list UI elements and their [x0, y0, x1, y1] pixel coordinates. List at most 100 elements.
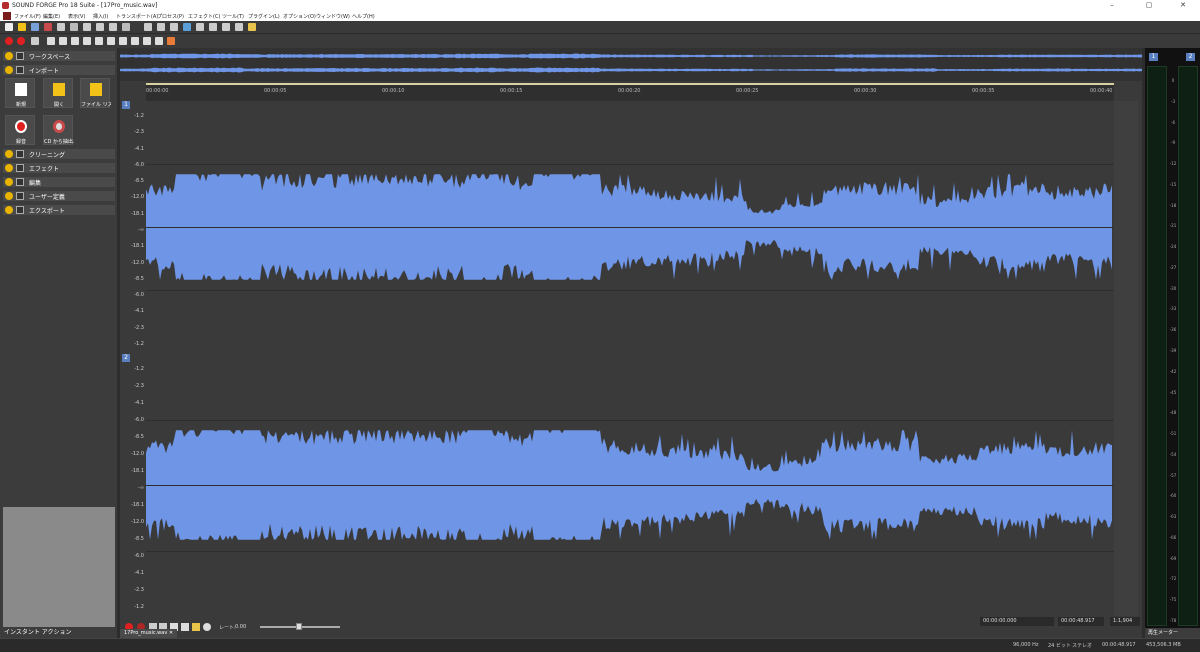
document-icon [3, 12, 11, 20]
meter-scale-label: -42 [1169, 368, 1177, 374]
menu-insert[interactable]: 挿入(I) [93, 13, 108, 20]
instant-actions-tab[interactable]: インスタント アクション [0, 628, 117, 638]
next-marker-icon[interactable] [155, 37, 163, 45]
save-icon[interactable] [31, 23, 39, 31]
close-icon[interactable]: ✕ [169, 630, 173, 636]
loop-playback-icon[interactable] [203, 623, 211, 631]
play-icon[interactable] [181, 623, 189, 631]
cut-icon[interactable] [70, 23, 78, 31]
menu-process[interactable]: プロセス(P) [157, 13, 184, 20]
section-export[interactable]: エクスポート [3, 205, 115, 215]
paste-icon[interactable] [96, 23, 104, 31]
waveform-area[interactable] [146, 101, 1114, 353]
new-tile[interactable]: 新規 [5, 78, 35, 108]
sync-icon[interactable] [167, 37, 175, 45]
close-button[interactable]: ✕ [1168, 1, 1198, 10]
section-effects-label: エフェクト [29, 166, 60, 173]
checkbox-icon[interactable] [16, 206, 24, 214]
checkbox-icon[interactable] [16, 52, 24, 60]
checkbox-icon[interactable] [16, 66, 24, 74]
left-panel-empty-area [3, 507, 115, 627]
zoom-ratio[interactable]: 1:1,904 [1110, 617, 1140, 626]
undo-icon[interactable] [144, 23, 152, 31]
mix-icon[interactable] [109, 23, 117, 31]
go-to-end-icon[interactable] [131, 37, 139, 45]
properties-icon[interactable] [57, 23, 65, 31]
collapse-icon [5, 66, 13, 74]
section-user-defined[interactable]: ユーザー定義 [3, 191, 115, 201]
repeat-icon[interactable] [170, 23, 178, 31]
open-folder-icon[interactable] [18, 23, 26, 31]
record-icon[interactable] [5, 37, 13, 45]
channel-number[interactable]: 1 [122, 101, 130, 109]
open-tile[interactable]: 開く [43, 78, 73, 108]
file-list-tile[interactable]: ファイル リスト... [80, 78, 111, 108]
event-tool-icon[interactable] [235, 23, 243, 31]
snap-icon[interactable] [248, 23, 256, 31]
scrub-icon[interactable] [192, 623, 200, 631]
waveform-area[interactable] [146, 354, 1114, 616]
previous-marker-icon[interactable] [143, 37, 151, 45]
menu-edit[interactable]: 編集(E) [43, 13, 60, 20]
section-workspace[interactable]: ワークスペース [3, 51, 115, 61]
menu-window[interactable]: ウィンドウ(W) [316, 13, 350, 20]
play-all-icon[interactable] [47, 37, 55, 45]
menu-plugins[interactable]: プラグイン(L) [248, 13, 280, 20]
vertical-zoom-panel[interactable] [1114, 101, 1138, 618]
section-import[interactable]: インポート [3, 65, 115, 75]
checkbox-icon[interactable] [16, 164, 24, 172]
magnify-tool-icon[interactable] [196, 23, 204, 31]
edit-tool-icon[interactable] [183, 23, 191, 31]
trim-icon[interactable] [122, 23, 130, 31]
selection-end-time[interactable]: 00:00:48.917 [1058, 617, 1104, 626]
checkbox-icon[interactable] [16, 178, 24, 186]
window-title: SOUND FORGE Pro 18 Suite - [17Pro_music.… [12, 2, 158, 9]
db-label: -1.2 [134, 366, 144, 372]
envelope-tool-icon[interactable] [222, 23, 230, 31]
ruler-tick: 00:00:35 [972, 88, 995, 94]
playback-meter-tab[interactable]: 再生メーター [1145, 628, 1200, 638]
redo-icon[interactable] [157, 23, 165, 31]
time-ruler[interactable]: 00:00:00 00:00:05 00:00:10 00:00:15 00:0… [146, 85, 1114, 101]
record-armed-icon[interactable] [17, 37, 25, 45]
pause-icon[interactable] [71, 37, 79, 45]
menu-transport[interactable]: トランスポート(A) [116, 13, 158, 20]
expand-icon [5, 164, 13, 172]
expand-icon [5, 178, 13, 186]
menu-options[interactable]: オプション(O) [283, 13, 316, 20]
section-edit-label: 編集 [29, 180, 42, 187]
menu-view[interactable]: 表示(V) [68, 13, 85, 20]
menu-tools[interactable]: ツール(T) [222, 13, 244, 20]
stop-icon[interactable] [83, 37, 91, 45]
menu-help[interactable]: ヘルプ(H) [352, 13, 375, 20]
menu-effects[interactable]: エフェクト(C) [188, 13, 220, 20]
menu-bar: ファイル(F) 編集(E) 表示(V) 挿入(I) トランスポート(A) プロセ… [0, 11, 1200, 21]
pencil-tool-icon[interactable] [209, 23, 217, 31]
overview-bar[interactable] [120, 48, 1142, 81]
maximize-button[interactable]: ▢ [1134, 1, 1164, 10]
rate-slider-thumb[interactable] [296, 623, 302, 630]
record-tile[interactable]: 録音 [5, 115, 35, 145]
minimize-button[interactable]: – [1097, 1, 1127, 10]
channel-number[interactable]: 2 [122, 354, 130, 362]
menu-file[interactable]: ファイル(F) [14, 13, 41, 20]
cd-extract-tile[interactable]: CD から抽出... [43, 115, 74, 145]
loop-icon[interactable] [31, 37, 39, 45]
bit-depth: 24 ビット [1048, 643, 1071, 649]
new-file-icon[interactable] [5, 23, 13, 31]
section-cleaning[interactable]: クリーニング [3, 149, 115, 159]
checkbox-icon[interactable] [16, 192, 24, 200]
file-tab[interactable]: 17Pro_music.wav ✕ [120, 629, 178, 638]
copy-icon[interactable] [83, 23, 91, 31]
fast-forward-icon[interactable] [119, 37, 127, 45]
rewind-icon[interactable] [107, 37, 115, 45]
save-as-icon[interactable] [44, 23, 52, 31]
play-icon[interactable] [59, 37, 67, 45]
go-to-start-icon[interactable] [95, 37, 103, 45]
section-export-label: エクスポート [29, 208, 65, 215]
meter-scale-label: -69 [1169, 555, 1177, 561]
section-effects[interactable]: エフェクト [3, 163, 115, 173]
selection-start-time[interactable]: 00:00:00.000 [980, 617, 1054, 626]
checkbox-icon[interactable] [16, 150, 24, 158]
section-edit[interactable]: 編集 [3, 177, 115, 187]
